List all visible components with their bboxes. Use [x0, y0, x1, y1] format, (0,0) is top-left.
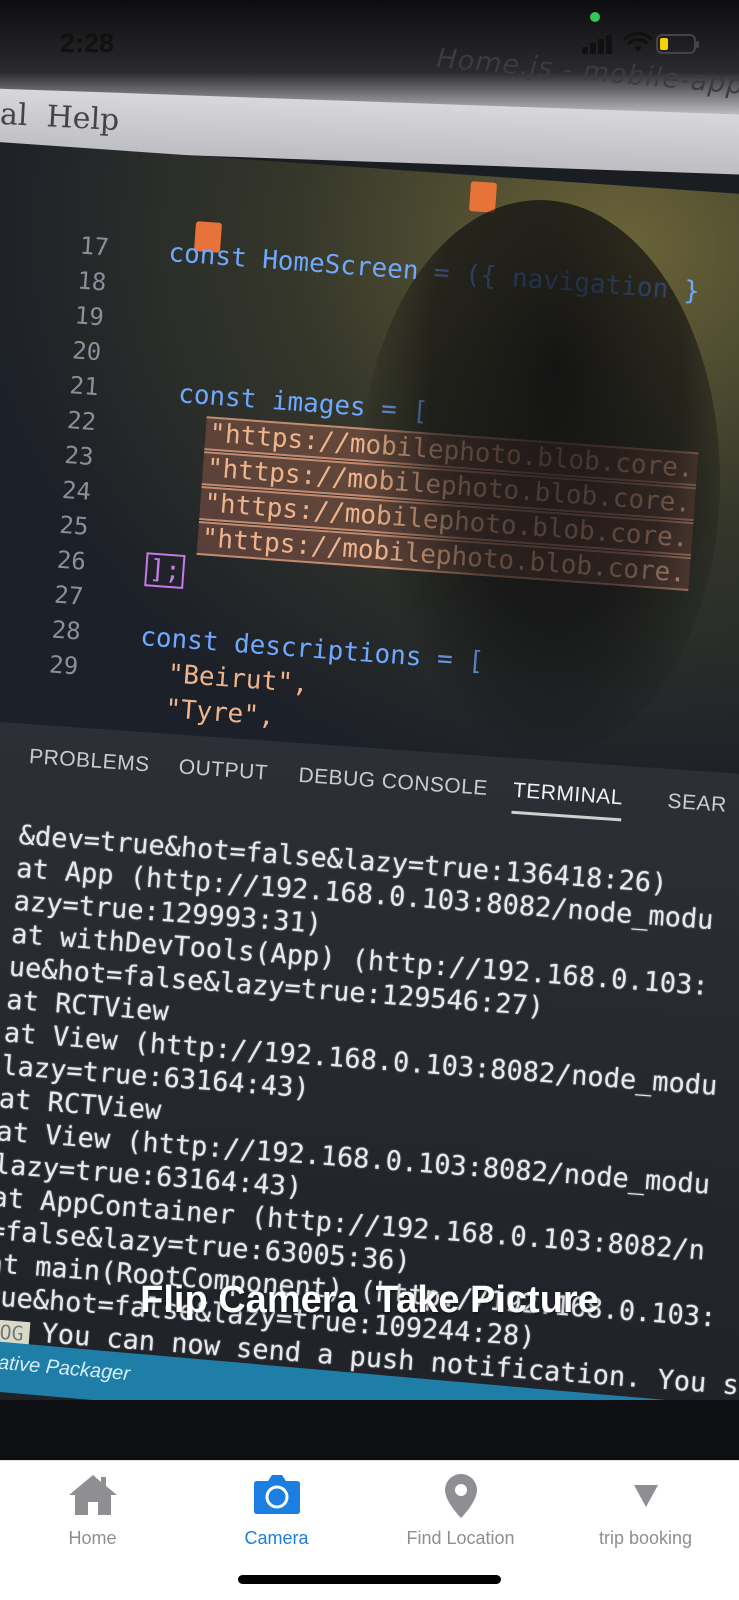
line-number: 22 — [66, 406, 98, 437]
home-icon — [68, 1475, 117, 1515]
reflection-silhouette — [360, 200, 720, 760]
battery-icon — [656, 34, 699, 54]
menu-items: al Help — [0, 97, 120, 138]
tab-trip-booking-label: trip booking — [598, 1528, 693, 1548]
line-number: 18 — [76, 266, 108, 297]
line-number: 21 — [68, 371, 100, 402]
triangle-down-icon — [633, 1485, 658, 1507]
line-number: 28 — [50, 615, 82, 646]
tab-home[interactable]: Home — [0, 1461, 185, 1561]
camera-controls: Flip Camera Take Picture — [0, 1270, 739, 1330]
battery-level — [660, 38, 668, 50]
tab-trip-booking[interactable]: trip booking — [553, 1461, 738, 1561]
tab-find-location[interactable]: Find Location — [368, 1461, 553, 1561]
line-number: 23 — [63, 440, 95, 472]
tab-camera[interactable]: Camera — [184, 1461, 369, 1561]
tab-camera-label: Camera — [244, 1528, 309, 1548]
status-time: 2:28 — [60, 28, 115, 58]
menu-item-terminal: al — [0, 96, 29, 134]
terminal-output: &dev=true&hot=false&lazy=true:136418:26)… — [0, 820, 739, 1439]
ios-status-bar: 2:28 — [0, 0, 739, 90]
take-picture-button[interactable]: Take Picture — [376, 1270, 599, 1330]
menu-item-help: Help — [45, 99, 121, 139]
line-number: 19 — [73, 301, 105, 332]
js-file-icon — [468, 181, 498, 213]
status-text: ative Packager — [0, 1351, 131, 1386]
code-text: ]; — [144, 552, 186, 589]
panel-tab-output: OUTPUT — [178, 755, 269, 785]
flip-camera-button[interactable]: Flip Camera — [140, 1270, 358, 1330]
line-number: 20 — [71, 336, 103, 367]
line-number: 26 — [55, 545, 87, 576]
line-number: 27 — [53, 580, 85, 611]
line-number: 29 — [48, 650, 80, 681]
home-indicator — [238, 1575, 501, 1584]
line-number: 25 — [58, 510, 90, 541]
line-number: 24 — [61, 475, 92, 506]
tab-home-label: Home — [68, 1528, 117, 1548]
laptop-edge — [0, 1400, 739, 1460]
cellular-signal-icon — [582, 34, 616, 54]
map-pin-icon — [444, 1474, 477, 1518]
camera-preview: Home.js - mobile-app-tr al Help 17 const … — [0, 0, 739, 1460]
camera-icon — [253, 1475, 300, 1514]
wifi-icon — [624, 32, 652, 52]
panel-tab-terminal: TERMINAL — [511, 778, 624, 822]
line-number: 17 — [78, 231, 110, 262]
camera-in-use-indicator — [590, 12, 600, 22]
tab-find-location-label: Find Location — [406, 1528, 515, 1548]
panel-tab-search: SEAR — [666, 789, 728, 817]
